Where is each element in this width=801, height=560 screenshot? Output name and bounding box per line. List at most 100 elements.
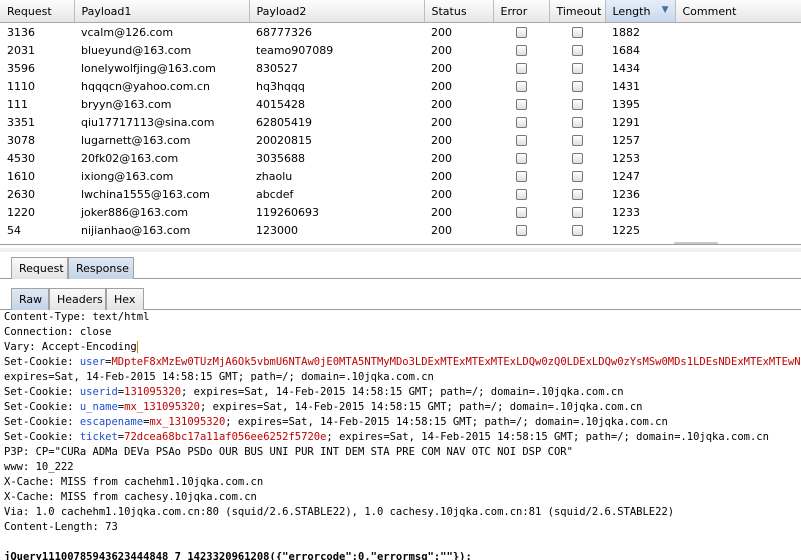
column-header-payload1[interactable]: Payload1 <box>74 0 250 23</box>
request-cell: 1110 <box>7 79 35 93</box>
response-text: Vary: Accept-Encoding <box>4 341 137 353</box>
response-text: Connection: close <box>4 326 112 338</box>
table-row[interactable]: 54 nijianhao@163.com 123000 200 1225 <box>0 221 801 239</box>
payload1-cell: lwchina1555@163.com <box>81 187 210 201</box>
timeout-cell <box>549 167 605 185</box>
timeout-checkbox <box>571 45 583 56</box>
comment-cell <box>675 59 801 77</box>
cookie-value: 72dcea68bc17a11af056ee6252f5720e <box>124 431 327 443</box>
timeout-cell <box>549 77 605 95</box>
length-cell: 1233 <box>612 205 640 219</box>
response-text: Via: 1.0 cachehm1.10jqka.com.cn:80 (squi… <box>4 506 675 518</box>
response-line: Set-Cookie: user=MDpteF8xMzEw0TUzMjA6Ok5… <box>0 355 801 370</box>
table-row[interactable]: 2630 lwchina1555@163.com abcdef 200 1236 <box>0 185 801 203</box>
pane-splitter[interactable] <box>0 248 801 252</box>
error-checkbox <box>515 153 527 164</box>
timeout-cell <box>549 41 605 59</box>
payload2-cell: 119260693 <box>256 205 319 219</box>
column-header-length-label: Length <box>612 4 651 18</box>
payload2-cell: 830527 <box>256 61 298 75</box>
response-line: Set-Cookie: u_name=mx_131095320; expires… <box>0 400 801 415</box>
column-header-comment[interactable]: Comment <box>675 0 801 23</box>
cookie-name: escapename <box>79 416 144 428</box>
column-header-request[interactable]: Request <box>0 0 75 23</box>
column-header-status[interactable]: Status <box>424 0 494 23</box>
request-cell: 3351 <box>7 115 35 129</box>
response-line: X-Cache: MISS from cachesy.10jqka.com.cn <box>0 490 801 505</box>
timeout-checkbox <box>571 207 583 218</box>
cookie-value: MDpteF8xMzEw0TUzMjA6Ok5vbmU6NTAw0jE0MTA5… <box>111 356 801 368</box>
error-checkbox <box>515 171 527 182</box>
length-cell: 1431 <box>612 79 640 93</box>
error-cell <box>493 185 549 203</box>
column-header-length[interactable]: Length ▼ <box>605 0 676 23</box>
table-row[interactable]: 1610 ixiong@163.com zhaolu 200 1247 <box>0 167 801 185</box>
table-row[interactable]: 3078 lugarnett@163.com 20020815 200 1257 <box>0 131 801 149</box>
table-row[interactable]: 4530 20fk02@163.com 3035688 200 1253 <box>0 149 801 167</box>
payload1-cell: qiu17717113@sina.com <box>81 115 215 129</box>
request-cell: 3596 <box>7 61 35 75</box>
response-text: Content-Type: text/html <box>4 311 150 323</box>
table-row[interactable]: 1110 hqqqcn@yahoo.com.cn hq3hqqq 200 1431 <box>0 77 801 95</box>
response-line: Via: 1.0 cachehm1.10jqka.com.cn:80 (squi… <box>0 505 801 520</box>
payload1-cell: nijianhao@163.com <box>81 223 191 237</box>
table-row[interactable]: 3351 qiu17717113@sina.com 62805419 200 1291 <box>0 113 801 131</box>
request-cell: 54 <box>7 223 21 237</box>
response-line: Vary: Accept-Encoding <box>0 340 801 355</box>
results-table-panel: Request Payload1 Payload2 Status Error T… <box>0 0 801 245</box>
length-cell: 1684 <box>612 43 640 57</box>
request-cell: 2630 <box>7 187 35 201</box>
tab-hex[interactable]: Hex <box>106 288 144 310</box>
request-cell: 1220 <box>7 205 35 219</box>
timeout-cell <box>549 221 605 239</box>
comment-cell <box>675 221 801 239</box>
cookie-value: mx_131095320 <box>149 416 226 428</box>
payload1-cell: bryyn@163.com <box>81 97 172 111</box>
error-cell <box>493 113 549 131</box>
error-cell <box>493 59 549 77</box>
comment-cell <box>675 77 801 95</box>
timeout-checkbox <box>571 153 583 164</box>
comment-cell <box>675 41 801 59</box>
response-line <box>0 535 801 550</box>
payload2-cell: zhaolu <box>256 169 293 183</box>
length-cell: 1257 <box>612 133 640 147</box>
response-text: Content-Length: 73 <box>4 521 118 533</box>
length-cell: 1395 <box>612 97 640 111</box>
comment-cell <box>675 23 801 42</box>
tab-response[interactable]: Response <box>68 257 134 279</box>
request-cell: 4530 <box>7 151 35 165</box>
request-cell: 2031 <box>7 43 35 57</box>
timeout-cell <box>549 59 605 77</box>
tab-request[interactable]: Request <box>11 257 68 279</box>
length-cell: 1434 <box>612 61 640 75</box>
length-cell: 1225 <box>612 223 640 237</box>
payload2-cell: 3035688 <box>256 151 305 165</box>
column-header-error[interactable]: Error <box>493 0 550 23</box>
table-row[interactable]: 3596 lonelywolfjing@163.com 830527 200 1434 <box>0 59 801 77</box>
response-line: X-Cache: MISS from cachehm1.10jqka.com.c… <box>0 475 801 490</box>
payload2-cell: hq3hqqq <box>256 79 305 93</box>
column-header-payload2[interactable]: Payload2 <box>249 0 425 23</box>
payload1-cell: hqqqcn@yahoo.com.cn <box>81 79 210 93</box>
request-cell: 111 <box>7 97 28 111</box>
timeout-cell <box>549 23 605 42</box>
table-row[interactable]: 3136 vcalm@126.com 68777326 200 1882 <box>0 23 801 42</box>
tab-raw[interactable]: Raw <box>11 288 49 310</box>
table-row[interactable]: 111 bryyn@163.com 4015428 200 1395 <box>0 95 801 113</box>
tab-headers[interactable]: Headers <box>49 288 106 310</box>
table-row[interactable]: 1220 joker886@163.com 119260693 200 1233 <box>0 203 801 221</box>
response-raw-text[interactable]: Content-Type: text/html Connection: close… <box>0 310 801 560</box>
comment-cell <box>675 113 801 131</box>
payload2-cell: 68777326 <box>256 25 312 39</box>
cookie-name: ticket <box>79 431 118 443</box>
table-scrollbar[interactable] <box>674 242 718 244</box>
column-header-timeout[interactable]: Timeout <box>549 0 606 23</box>
status-cell: 200 <box>431 187 452 201</box>
comment-cell <box>675 149 801 167</box>
status-cell: 200 <box>431 43 452 57</box>
response-line: www: 10_222 <box>0 460 801 475</box>
response-text: ; expires=Sat, 14-Feb-2015 14:58:15 GMT;… <box>225 416 668 428</box>
table-row[interactable]: 2031 blueyund@163.com teamo907089 200 1684 <box>0 41 801 59</box>
error-cell <box>493 77 549 95</box>
